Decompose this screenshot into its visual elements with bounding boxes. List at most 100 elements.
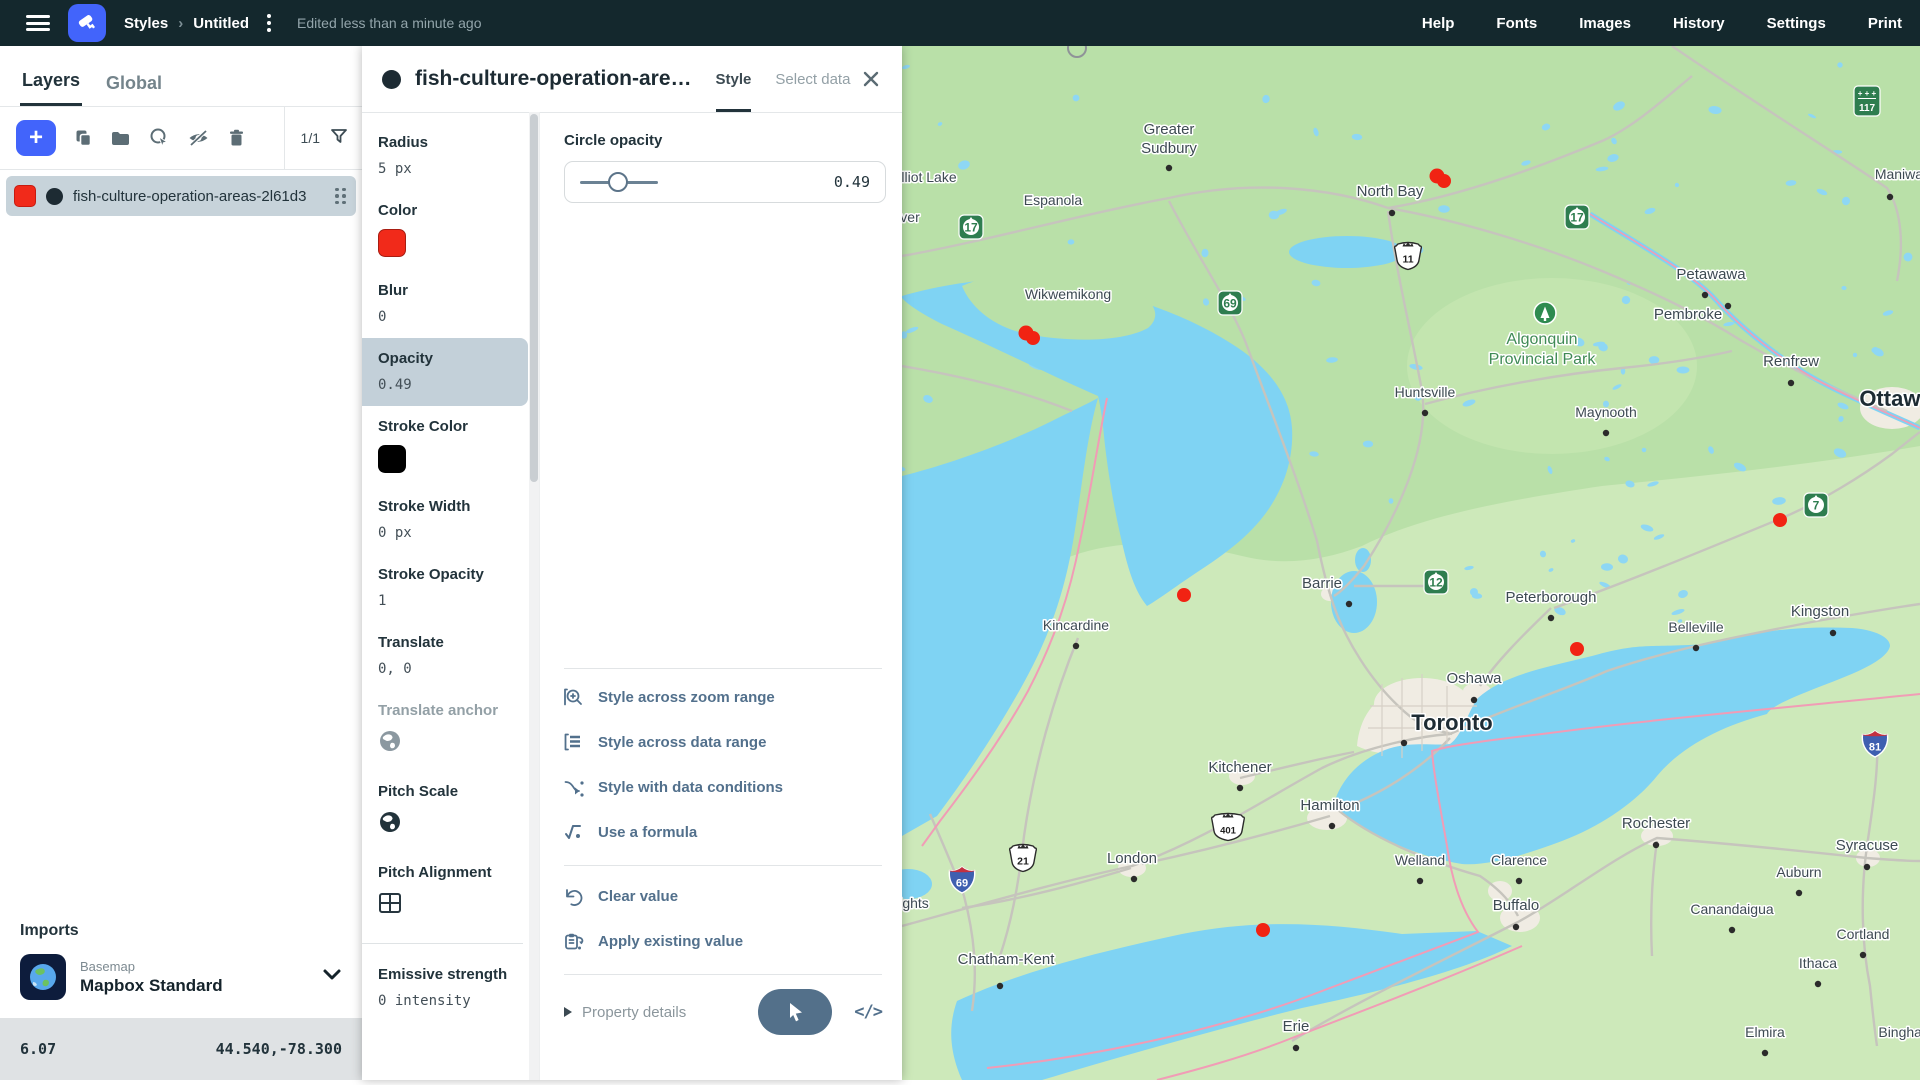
- group-layers-folder-icon[interactable]: [110, 128, 131, 148]
- formula-icon: [564, 823, 584, 843]
- property-emissive-strength[interactable]: Emissive strength0 intensity: [362, 954, 528, 1022]
- svg-text:69: 69: [1223, 297, 1237, 311]
- map-label-erie: Erie: [1283, 1018, 1310, 1035]
- map-label-renfrew: Renfrew: [1763, 353, 1819, 370]
- viewport-grid-icon: [378, 891, 516, 920]
- select-feature-icon[interactable]: [148, 127, 170, 149]
- top-menu-settings[interactable]: Settings: [1767, 15, 1826, 32]
- property-radius[interactable]: Radius5 px: [362, 122, 528, 190]
- link-label: Clear value: [598, 888, 678, 905]
- link-use-a-formula[interactable]: Use a formula: [564, 810, 882, 855]
- top-menu-print[interactable]: Print: [1868, 15, 1902, 32]
- town-dot: [1815, 981, 1821, 987]
- drag-handle-icon[interactable]: [335, 188, 346, 205]
- map-canvas[interactable]: + + +11717171169127814012169 lliot Lakev…: [902, 46, 1920, 1080]
- add-layer-button[interactable]: +: [16, 120, 56, 156]
- property-label: Pitch Scale: [378, 782, 516, 801]
- property-label: Emissive strength: [378, 965, 516, 984]
- property-label: Stroke Opacity: [378, 565, 516, 584]
- opacity-slider[interactable]: [580, 172, 658, 192]
- property-details-toggle[interactable]: Property details: [564, 1004, 686, 1021]
- town-dot: [1346, 601, 1352, 607]
- editor-heading: Circle opacity: [564, 132, 886, 149]
- property-label: Stroke Width: [378, 497, 516, 516]
- map-label-petawawa: Petawawa: [1676, 266, 1746, 283]
- property-translate-anchor[interactable]: Translate anchor: [362, 690, 528, 771]
- town-dot: [1788, 380, 1794, 386]
- tab-layers[interactable]: Layers: [20, 70, 82, 106]
- hamburger-menu-icon[interactable]: [26, 15, 50, 31]
- panel-tab-style[interactable]: Style: [716, 46, 752, 112]
- property-label: Blur: [378, 281, 516, 300]
- chevron-down-icon[interactable]: [322, 968, 342, 987]
- road-shield-401: 401: [1212, 813, 1245, 840]
- hide-layer-eye-off-icon[interactable]: [187, 128, 210, 148]
- code-view-icon[interactable]: </>: [854, 1002, 882, 1022]
- value-actions: Clear value Apply existing value: [564, 866, 882, 974]
- data-point[interactable]: [1177, 588, 1191, 602]
- map-label-kincardine: Kincardine: [1043, 617, 1109, 633]
- map-label-barrie: Barrie: [1302, 575, 1342, 592]
- color-swatch[interactable]: [378, 229, 406, 257]
- property-pitch-alignment[interactable]: Pitch Alignment: [362, 852, 528, 933]
- top-menu-fonts[interactable]: Fonts: [1496, 15, 1537, 32]
- property-blur[interactable]: Blur0: [362, 270, 528, 338]
- basemap-name: Mapbox Standard: [80, 976, 223, 996]
- map-label-hamilton: Hamilton: [1300, 797, 1359, 814]
- data-point[interactable]: [1773, 513, 1787, 527]
- town-dot: [1293, 1045, 1299, 1051]
- property-pitch-scale[interactable]: Pitch Scale: [362, 771, 528, 852]
- property-label: Pitch Alignment: [378, 863, 516, 882]
- map-label-canandaigua: Canandaigua: [1690, 901, 1774, 917]
- property-color[interactable]: Color: [362, 190, 528, 270]
- map-label-ithaca: Ithaca: [1799, 955, 1837, 971]
- layer-color-swatch: [14, 185, 36, 207]
- property-list-column: Radius5 pxColorBlur0Opacity0.49Stroke Co…: [362, 112, 540, 1080]
- breadcrumb-style-name[interactable]: Untitled: [193, 15, 249, 32]
- town-dot: [1702, 292, 1708, 298]
- map-label-oshawa: Oshawa: [1446, 670, 1502, 687]
- globe-muted-icon: [378, 729, 516, 758]
- map-label-rochester: Rochester: [1622, 815, 1690, 832]
- tab-global[interactable]: Global: [104, 73, 164, 106]
- layer-row-fish-culture[interactable]: fish-culture-operation-areas-2l61d3: [6, 176, 356, 216]
- style-options-kebab-icon[interactable]: [263, 10, 275, 36]
- top-menu-help[interactable]: Help: [1422, 15, 1455, 32]
- mapbox-studio-logo[interactable]: [68, 4, 106, 42]
- action-apply-existing-value[interactable]: Apply existing value: [564, 919, 882, 964]
- property-stroke-color[interactable]: Stroke Color: [362, 406, 528, 486]
- filter-layers-funnel-icon[interactable]: [330, 127, 348, 150]
- link-style-across-data-range[interactable]: Style across data range: [564, 720, 882, 765]
- action-clear-value[interactable]: Clear value: [564, 874, 882, 919]
- delete-layer-trash-icon[interactable]: [227, 128, 246, 148]
- data-point[interactable]: [1437, 174, 1451, 188]
- panel-tabs: Style Select data: [716, 46, 851, 112]
- imports-section: Imports Basemap Mapbox Standard: [0, 922, 362, 1000]
- breadcrumb-styles[interactable]: Styles: [124, 15, 168, 32]
- duplicate-layer-icon[interactable]: [73, 128, 93, 148]
- close-panel-icon[interactable]: [858, 66, 884, 92]
- property-scrollbar[interactable]: [529, 112, 539, 1080]
- top-menu-history[interactable]: History: [1673, 15, 1725, 32]
- property-opacity[interactable]: Opacity0.49: [362, 338, 528, 406]
- slider-handle[interactable]: [608, 172, 628, 192]
- color-swatch[interactable]: [378, 445, 406, 473]
- link-style-with-data-conditions[interactable]: Style with data conditions: [564, 765, 882, 810]
- basemap-row[interactable]: Basemap Mapbox Standard: [20, 954, 342, 1000]
- town-dot: [1329, 823, 1335, 829]
- panel-tab-select-data[interactable]: Select data: [775, 46, 850, 112]
- apply-icon: [564, 932, 584, 952]
- data-point[interactable]: [1256, 923, 1270, 937]
- data-point[interactable]: [1026, 331, 1040, 345]
- property-stroke-width[interactable]: Stroke Width0 px: [362, 486, 528, 554]
- top-menu-images[interactable]: Images: [1579, 15, 1631, 32]
- property-translate[interactable]: Translate0, 0: [362, 622, 528, 690]
- select-mode-button[interactable]: [758, 989, 832, 1035]
- town-dot: [1401, 740, 1407, 746]
- svg-text:81: 81: [1869, 742, 1881, 754]
- opacity-slider-box: 0.49: [564, 161, 886, 203]
- property-stroke-opacity[interactable]: Stroke Opacity1: [362, 554, 528, 622]
- data-point[interactable]: [1570, 642, 1584, 656]
- link-style-across-zoom-range[interactable]: Style across zoom range: [564, 675, 882, 720]
- zoom-level: 6.07: [20, 1040, 56, 1058]
